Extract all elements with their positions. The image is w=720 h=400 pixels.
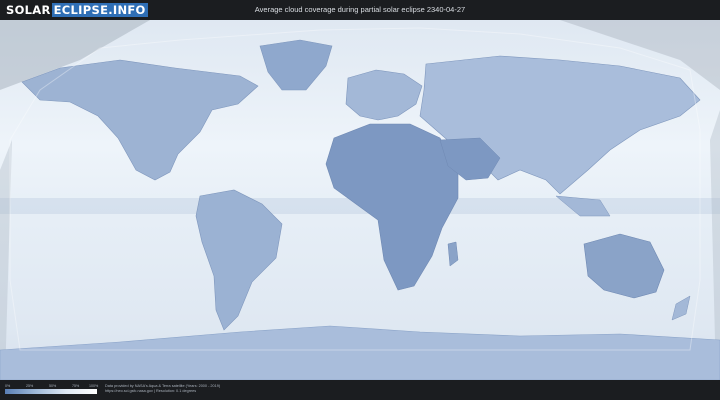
page-title: Average cloud coverage during partial so… [254, 5, 466, 14]
legend-tick-75: 75% [72, 384, 80, 388]
legend-tick-100: 100% [89, 384, 99, 388]
data-credits: Data provided by NASA's Aqua & Terra sat… [105, 384, 220, 394]
legend-color-bar [5, 389, 97, 394]
credits-line-2: https://neo.sci.gsfc.nasa.gov | Resoluti… [105, 389, 197, 393]
legend-tick-25: 25% [26, 384, 34, 388]
legend-tick-50: 50% [49, 384, 57, 388]
cloud-coverage-map [0, 20, 720, 380]
legend-tick-0: 0% [5, 384, 11, 388]
world-map-svg [0, 20, 720, 380]
header-bar: SOLAR ECLIPSE.INFO Average cloud coverag… [0, 0, 720, 20]
